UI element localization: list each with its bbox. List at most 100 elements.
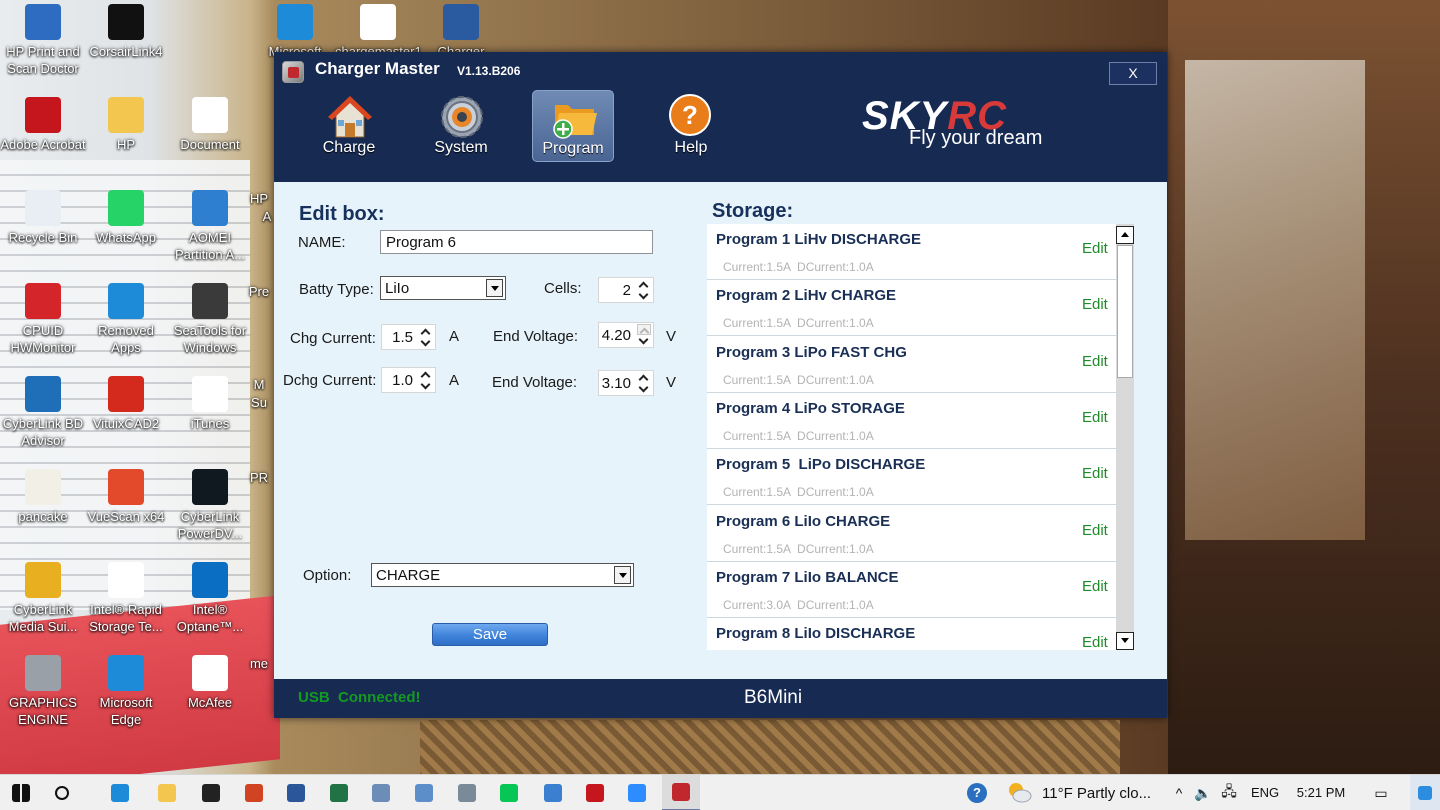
program-row[interactable]: Program 6 LiIo CHARGE Current:1.5A DCurre… <box>707 506 1116 562</box>
desktop-icon[interactable]: GRAPHICS ENGINE <box>0 655 86 728</box>
tray-chevron-up-icon[interactable]: ^ <box>1168 775 1190 810</box>
program-edit-link[interactable]: Edit <box>1082 465 1108 482</box>
desktop-icon[interactable]: Adobe Acrobat <box>0 97 86 153</box>
dchg-end-voltage-stepper[interactable]: 3.10 <box>598 370 654 396</box>
desktop-icon[interactable]: WhatsApp <box>83 190 169 246</box>
title-bar[interactable]: Charger Master V1.13.B206 X <box>274 52 1167 90</box>
cells-stepper[interactable]: 2 <box>598 277 654 303</box>
desktop-icon[interactable]: VueScan x64 <box>83 469 169 525</box>
show-desktop-button[interactable] <box>1410 775 1440 810</box>
acrobat-taskbar[interactable] <box>576 775 614 810</box>
spin-down-icon[interactable] <box>419 338 433 349</box>
desktop-icon[interactable]: Recycle Bin <box>0 190 86 246</box>
chg-current-stepper[interactable]: 1.5 <box>381 324 436 350</box>
excel-taskbar[interactable] <box>320 775 358 810</box>
desktop-icon[interactable]: CPUID HWMonitor <box>0 283 86 356</box>
desktop-icon[interactable]: Removed Apps <box>83 283 169 356</box>
spin-up-icon[interactable] <box>637 324 651 335</box>
program-edit-link[interactable]: Edit <box>1082 409 1108 426</box>
desktop-icon[interactable]: Intel® Optane™... <box>167 562 253 635</box>
program-edit-link[interactable]: Edit <box>1082 578 1108 595</box>
desktop-icon[interactable]: HP Print and Scan Doctor <box>0 4 86 77</box>
desktop-icon[interactable]: McAfee <box>167 655 253 711</box>
cloud-taskbar[interactable] <box>534 775 572 810</box>
storage-scrollbar[interactable] <box>1116 224 1134 650</box>
desktop-icon[interactable]: Su <box>244 394 274 411</box>
batty-type-select[interactable]: LiIo <box>380 276 506 300</box>
program-edit-link[interactable]: Edit <box>1082 634 1108 650</box>
mail-taskbar[interactable] <box>192 775 230 810</box>
desktop-icon[interactable]: HP <box>83 97 169 153</box>
desktop-icon[interactable]: PR <box>244 469 274 486</box>
scroll-up-icon[interactable] <box>1116 226 1134 244</box>
program-row[interactable]: Program 7 LiIo BALANCE Current:3.0A DCurr… <box>707 562 1116 618</box>
desktop-icon[interactable]: iTunes <box>167 376 253 432</box>
scroll-thumb[interactable] <box>1117 245 1133 378</box>
spin-up-icon[interactable] <box>419 369 433 380</box>
program-edit-link[interactable]: Edit <box>1082 240 1108 257</box>
program-edit-link[interactable]: Edit <box>1082 522 1108 539</box>
save-button[interactable]: Save <box>432 623 548 646</box>
desktop-icon[interactable]: CyberLink PowerDV... <box>167 469 253 542</box>
control-panel-taskbar[interactable] <box>404 775 444 810</box>
spin-down-icon[interactable] <box>637 291 651 302</box>
spin-up-icon[interactable] <box>637 279 651 290</box>
close-button[interactable]: X <box>1109 62 1157 85</box>
file-explorer-taskbar[interactable] <box>147 775 187 810</box>
edge-taskbar[interactable] <box>100 775 140 810</box>
chg-end-voltage-stepper[interactable]: 4.20 <box>598 322 654 348</box>
program-row[interactable]: Program 8 LiIo DISCHARGE Edit <box>707 618 1116 650</box>
scroll-down-icon[interactable] <box>1116 632 1134 650</box>
program-edit-link[interactable]: Edit <box>1082 353 1108 370</box>
name-input[interactable] <box>380 230 653 254</box>
spin-up-icon[interactable] <box>419 326 433 337</box>
desktop-icon[interactable]: Pre <box>244 283 274 300</box>
network-icon[interactable]: 🖧 <box>1218 775 1240 810</box>
desktop-icon[interactable]: Intel® Rapid Storage Te... <box>83 562 169 635</box>
option-select[interactable]: CHARGE <box>371 563 634 587</box>
program-row[interactable]: Program 2 LiHv CHARGE Current:1.5A DCurre… <box>707 280 1116 337</box>
spin-down-icon[interactable] <box>419 381 433 392</box>
toolbar-system-button[interactable]: System <box>420 90 502 162</box>
program-row[interactable]: Program 3 LiPo FAST CHG Current:1.5A DCur… <box>707 337 1116 393</box>
desktop-icon[interactable]: CyberLink BD Advisor <box>0 376 86 449</box>
start-button[interactable] <box>0 775 42 810</box>
program-edit-link[interactable]: Edit <box>1082 296 1108 313</box>
spin-down-icon[interactable] <box>637 384 651 395</box>
program-row[interactable]: Program 5 LiPo DISCHARGE Current:1.5A DCu… <box>707 449 1116 506</box>
notifications-icon[interactable]: ▭ <box>1368 775 1394 810</box>
spin-up-icon[interactable] <box>637 372 651 383</box>
language-indicator[interactable]: ENG <box>1251 785 1279 800</box>
weather-widget[interactable]: 11°F Partly clo... <box>1000 775 1162 810</box>
search-button[interactable] <box>42 775 82 810</box>
toolbar-help-button[interactable]: ? Help <box>650 90 732 162</box>
speaker-icon[interactable]: 🔈 <box>1192 775 1214 810</box>
desktop-icon[interactable]: HP <box>244 190 274 207</box>
desktop-icon[interactable]: pancake <box>0 469 86 525</box>
desktop-icon[interactable]: Document <box>167 97 253 153</box>
powerpoint-taskbar[interactable] <box>234 775 274 810</box>
desktop-icon[interactable]: Microsoft Edge <box>83 655 169 728</box>
desktop-icon[interactable]: VituixCAD2 <box>83 376 169 432</box>
desktop-icon[interactable]: SeaTools for Windows <box>167 283 253 356</box>
desktop-icon[interactable]: me <box>244 655 274 672</box>
charger-master-taskbar[interactable] <box>662 775 700 810</box>
program-row[interactable]: Program 1 LiHv DISCHARGE Current:1.5A DCu… <box>707 224 1116 280</box>
chevron-down-icon[interactable] <box>486 279 503 297</box>
zoom-taskbar[interactable] <box>618 775 656 810</box>
desktop-icon[interactable]: AOMEI Partition A... <box>167 190 253 263</box>
toolbar-program-button[interactable]: Program <box>532 90 614 162</box>
desktop-icon[interactable]: CorsairLink4 <box>83 4 169 60</box>
notepad-taskbar[interactable] <box>362 775 400 810</box>
line-taskbar[interactable] <box>490 775 528 810</box>
program-row[interactable]: Program 4 LiPo STORAGE Current:1.5A DCurr… <box>707 393 1116 449</box>
network-taskbar[interactable] <box>448 775 486 810</box>
clock[interactable]: 5:21 PM <box>1287 785 1355 800</box>
desktop-icon[interactable]: CyberLink Media Sui... <box>0 562 86 635</box>
word-taskbar[interactable] <box>277 775 315 810</box>
spin-down-icon[interactable] <box>637 336 651 347</box>
toolbar-charge-button[interactable]: Charge <box>308 90 390 162</box>
dchg-current-stepper[interactable]: 1.0 <box>381 367 436 393</box>
desktop-icon[interactable]: M <box>244 376 274 393</box>
help-tray-icon[interactable]: ? <box>962 775 992 810</box>
